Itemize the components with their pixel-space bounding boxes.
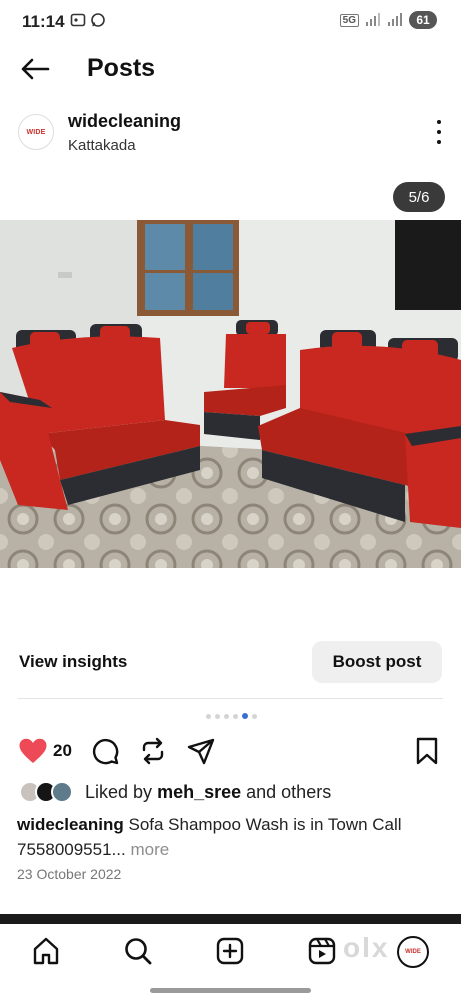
more-dot-icon bbox=[437, 130, 441, 134]
nav-reels[interactable] bbox=[307, 936, 337, 966]
home-icon bbox=[33, 937, 59, 965]
liked-by-suffix[interactable]: and others bbox=[246, 782, 331, 802]
divider bbox=[18, 698, 443, 699]
sofa-photo bbox=[0, 220, 461, 568]
post-date: 23 October 2022 bbox=[17, 866, 122, 882]
more-dot-icon bbox=[437, 140, 441, 144]
reels-icon bbox=[308, 937, 336, 965]
bottom-nav: olx WIDE bbox=[0, 924, 461, 984]
insights-row: View insights Boost post bbox=[0, 640, 461, 686]
carousel-dot bbox=[252, 713, 257, 719]
post-actions: 20 bbox=[0, 734, 461, 768]
bookmark-icon bbox=[416, 737, 438, 765]
avatar[interactable]: WIDE bbox=[18, 114, 54, 150]
more-dot-icon bbox=[437, 120, 441, 124]
liked-by-row[interactable]: Liked by meh_sree and others bbox=[0, 780, 461, 806]
nav-create[interactable] bbox=[215, 936, 245, 966]
repost-button[interactable] bbox=[138, 736, 168, 766]
share-button[interactable] bbox=[186, 736, 216, 766]
comment-button[interactable] bbox=[90, 736, 120, 766]
signal-icon-2 bbox=[388, 13, 402, 26]
search-icon bbox=[125, 938, 152, 965]
carousel-dot bbox=[233, 713, 238, 719]
nav-search[interactable] bbox=[123, 936, 153, 966]
liked-by-prefix: Liked by bbox=[85, 782, 153, 802]
carousel-dot bbox=[224, 713, 229, 719]
carousel-dot-active bbox=[242, 713, 248, 719]
post-photo[interactable] bbox=[0, 220, 461, 568]
repost-icon bbox=[142, 737, 164, 765]
nav-home[interactable] bbox=[31, 936, 61, 966]
caption-more-link[interactable]: more bbox=[130, 840, 169, 859]
save-button[interactable] bbox=[412, 736, 442, 766]
gallery-notification-icon bbox=[70, 13, 86, 27]
post-username[interactable]: widecleaning bbox=[68, 111, 181, 132]
home-indicator[interactable] bbox=[150, 988, 311, 993]
create-icon bbox=[216, 937, 244, 965]
post-location[interactable]: Kattakada bbox=[68, 137, 136, 154]
view-insights-link[interactable]: View insights bbox=[19, 652, 127, 672]
nav-profile-avatar[interactable]: WIDE bbox=[397, 936, 429, 968]
carousel-dot bbox=[215, 713, 220, 719]
image-counter-badge: 5/6 bbox=[393, 182, 445, 212]
battery-indicator: 61 bbox=[409, 11, 437, 29]
boost-post-button[interactable]: Boost post bbox=[312, 641, 442, 683]
like-button[interactable] bbox=[18, 736, 48, 766]
liker-avatar bbox=[51, 781, 73, 803]
back-button[interactable] bbox=[18, 54, 52, 84]
olx-watermark: olx bbox=[343, 932, 390, 963]
back-arrow-icon bbox=[21, 58, 50, 80]
liked-by-text: Liked by meh_sree and others bbox=[85, 782, 331, 803]
post-header: WIDE widecleaning Kattakada bbox=[0, 104, 461, 164]
profile-avatar-logo: WIDE bbox=[405, 949, 421, 955]
post-caption: widecleaning Sofa Shampoo Wash is in Tow… bbox=[17, 812, 447, 862]
page-title: Posts bbox=[87, 54, 156, 82]
status-right: 5G 61 bbox=[339, 11, 437, 29]
status-time: 11:14 bbox=[22, 12, 65, 31]
like-count[interactable]: 20 bbox=[53, 741, 72, 761]
whatsapp-notification-icon bbox=[91, 13, 105, 27]
app-header: Posts bbox=[0, 44, 461, 94]
caption-username[interactable]: widecleaning bbox=[17, 815, 124, 834]
share-icon bbox=[187, 738, 215, 765]
carousel-dots bbox=[206, 713, 257, 719]
comment-icon bbox=[92, 738, 119, 765]
liked-by-user[interactable]: meh_sree bbox=[157, 782, 241, 802]
network-type: 5G bbox=[339, 13, 359, 27]
more-options-button[interactable] bbox=[435, 120, 443, 144]
next-post-preview bbox=[0, 914, 461, 924]
avatar-logo: WIDE bbox=[26, 128, 46, 136]
carousel-dot bbox=[206, 713, 211, 719]
signal-icon-1 bbox=[366, 13, 380, 26]
liker-avatars bbox=[19, 781, 77, 803]
status-bar: 11:14 5G 61 bbox=[0, 0, 461, 44]
notification-icons bbox=[70, 12, 106, 28]
heart-icon bbox=[19, 738, 47, 763]
